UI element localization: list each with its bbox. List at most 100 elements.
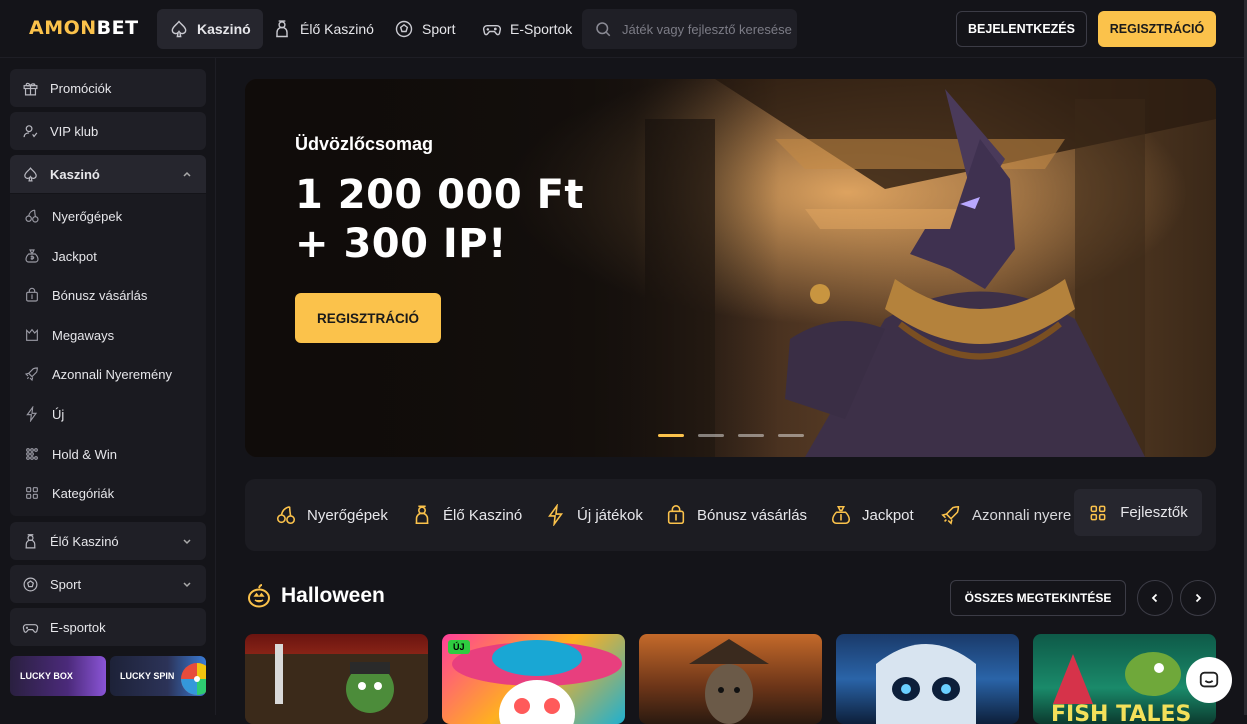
sidebar-item-label: Kaszinó	[50, 166, 100, 182]
lucky-spin-card[interactable]: LUCKY SPIN	[110, 656, 206, 696]
category-bonus-buy[interactable]: Bónusz vásárlás	[665, 495, 807, 535]
grid-icon	[1090, 505, 1106, 520]
category-label: Bónusz vásárlás	[697, 506, 808, 524]
carousel-dot[interactable]	[738, 434, 764, 437]
gamepad-icon	[482, 24, 502, 36]
carousel-dot[interactable]	[778, 434, 804, 437]
sidebar-item-label: Sport	[50, 576, 82, 592]
vip-user-icon	[23, 124, 38, 137]
casino-submenu: Nyerőgépek Jackpot Bónusz vásárlás Megaw…	[10, 194, 206, 516]
category-live-casino[interactable]: Élő Kaszinó	[411, 495, 522, 535]
top-navigation-bar: AMONBET Kaszinó Élő Kaszinó Sport E-Spor…	[0, 0, 1247, 58]
login-button[interactable]: BEJELENTKEZÉS	[956, 11, 1087, 47]
soccer-ball-icon	[395, 20, 413, 38]
category-new-games[interactable]: Új játékok	[545, 495, 643, 535]
sidebar: Promóciók VIP klub Kaszinó Nyerőgépek Ja…	[0, 58, 216, 715]
sidebar-item-esports[interactable]: E-sportok	[10, 608, 206, 646]
money-bag-icon	[831, 505, 851, 525]
game-tile[interactable]	[639, 634, 822, 724]
lucky-spin-label: LUCKY SPIN	[120, 671, 175, 681]
sidebar-subitem-hold-win[interactable]: Hold & Win	[24, 442, 117, 466]
rocket-icon	[24, 367, 38, 382]
game-tile[interactable]	[836, 634, 1019, 724]
sidebar-subitem-label: Bónusz vásárlás	[52, 287, 148, 303]
game-thumbnail	[689, 639, 769, 724]
tab-live-casino[interactable]: Élő Kaszinó	[260, 9, 386, 49]
megaways-icon	[26, 328, 38, 341]
sidebar-item-casino[interactable]: Kaszinó	[10, 155, 206, 193]
tab-live-casino-label: Élő Kaszinó	[300, 21, 374, 37]
sidebar-item-label: Promóciók	[50, 80, 112, 96]
search-box[interactable]	[582, 9, 797, 49]
lightning-icon	[26, 406, 38, 422]
chevron-left-icon	[1151, 593, 1158, 603]
category-label: Fejlesztők	[1120, 504, 1188, 521]
category-label: Új játékok	[577, 506, 643, 524]
grid-icon	[26, 487, 38, 499]
sidebar-subitem-instant-win[interactable]: Azonnali Nyeremény	[24, 362, 172, 386]
bonus-bag-icon	[667, 505, 685, 525]
view-all-button[interactable]: ÖSSZES MEGTEKINTÉSE	[950, 580, 1126, 616]
dealer-icon	[25, 533, 36, 548]
money-bag-icon	[25, 249, 39, 263]
game-tile[interactable]: ÚJ	[442, 634, 625, 724]
game-tile[interactable]	[245, 634, 428, 724]
amonbet-logo[interactable]: AMONBET	[29, 17, 139, 39]
sidebar-subitem-bonus-buy[interactable]: Bónusz vásárlás	[24, 283, 147, 307]
tab-esports[interactable]: E-Sportok	[470, 9, 584, 49]
sidebar-item-label: Élő Kaszinó	[50, 533, 119, 549]
category-providers[interactable]: Fejlesztők	[1074, 489, 1202, 536]
gift-icon	[23, 82, 38, 95]
hero-title-line2: + 300 IP!	[295, 221, 507, 267]
dealer-icon	[276, 20, 288, 38]
grid-dots-icon	[26, 448, 38, 460]
sidebar-subitem-label: Új	[52, 406, 65, 422]
sidebar-item-vip[interactable]: VIP klub	[10, 112, 206, 150]
sidebar-subitem-slots[interactable]: Nyerőgépek	[24, 204, 122, 228]
game-thumbnail	[876, 644, 976, 724]
sidebar-item-sport[interactable]: Sport	[10, 565, 206, 603]
category-instant-win[interactable]: Azonnali nyere	[940, 495, 1071, 535]
wheel-icon	[181, 663, 206, 695]
sidebar-subitem-categories[interactable]: Kategóriák	[24, 481, 114, 505]
category-jackpot[interactable]: Jackpot	[830, 495, 914, 535]
register-button[interactable]: REGISZTRÁCIÓ	[1098, 11, 1216, 47]
dealer-icon	[415, 505, 429, 525]
chevron-down-icon	[183, 582, 191, 588]
search-icon	[596, 22, 611, 37]
sidebar-subitem-jackpot[interactable]: Jackpot	[24, 244, 97, 268]
sidebar-subitem-label: Nyerőgépek	[52, 208, 123, 224]
carousel-dots	[658, 434, 804, 437]
bonus-bag-icon	[26, 287, 38, 302]
lucky-box-card[interactable]: LUCKY BOX	[10, 656, 106, 696]
category-label: Élő Kaszinó	[443, 506, 523, 524]
sidebar-item-live-casino[interactable]: Élő Kaszinó	[10, 522, 206, 560]
new-badge: ÚJ	[448, 640, 470, 654]
sidebar-subitem-megaways[interactable]: Megaways	[24, 323, 114, 347]
sidebar-subitem-new[interactable]: Új	[24, 402, 64, 426]
scroll-left-button[interactable]	[1137, 580, 1173, 616]
sidebar-item-promotions[interactable]: Promóciók	[10, 69, 206, 107]
pumpkin-icon	[248, 584, 270, 608]
section-title-halloween: Halloween	[246, 583, 385, 609]
sidebar-subitem-label: Jackpot	[52, 248, 97, 264]
chat-support-button[interactable]	[1186, 657, 1232, 703]
category-bar: Nyerőgépek Élő Kaszinó Új játékok Bónusz…	[245, 479, 1216, 551]
scroll-right-button[interactable]	[1180, 580, 1216, 616]
sidebar-subitem-label: Azonnali Nyeremény	[52, 366, 172, 382]
carousel-dot[interactable]	[698, 434, 724, 437]
sidebar-subitem-label: Megaways	[52, 327, 115, 343]
tab-sport[interactable]: Sport	[382, 9, 467, 49]
hero-title: 1 200 000 Ft + 300 IP!	[295, 171, 584, 269]
hero-title-line1: 1 200 000 Ft	[295, 172, 585, 218]
hero-register-button[interactable]: REGISZTRÁCIÓ	[295, 293, 441, 343]
sidebar-subitem-label: Kategóriák	[52, 485, 115, 501]
search-input[interactable]	[622, 21, 792, 37]
category-slots[interactable]: Nyerőgépek	[275, 495, 388, 535]
lightning-icon	[548, 504, 564, 526]
carousel-dot[interactable]	[658, 434, 684, 437]
spade-icon	[171, 20, 187, 38]
hero-banner[interactable]: Üdvözlőcsomag 1 200 000 Ft + 300 IP! REG…	[245, 79, 1216, 457]
section-title-label: Halloween	[281, 584, 385, 607]
tab-casino[interactable]: Kaszinó	[157, 9, 263, 49]
